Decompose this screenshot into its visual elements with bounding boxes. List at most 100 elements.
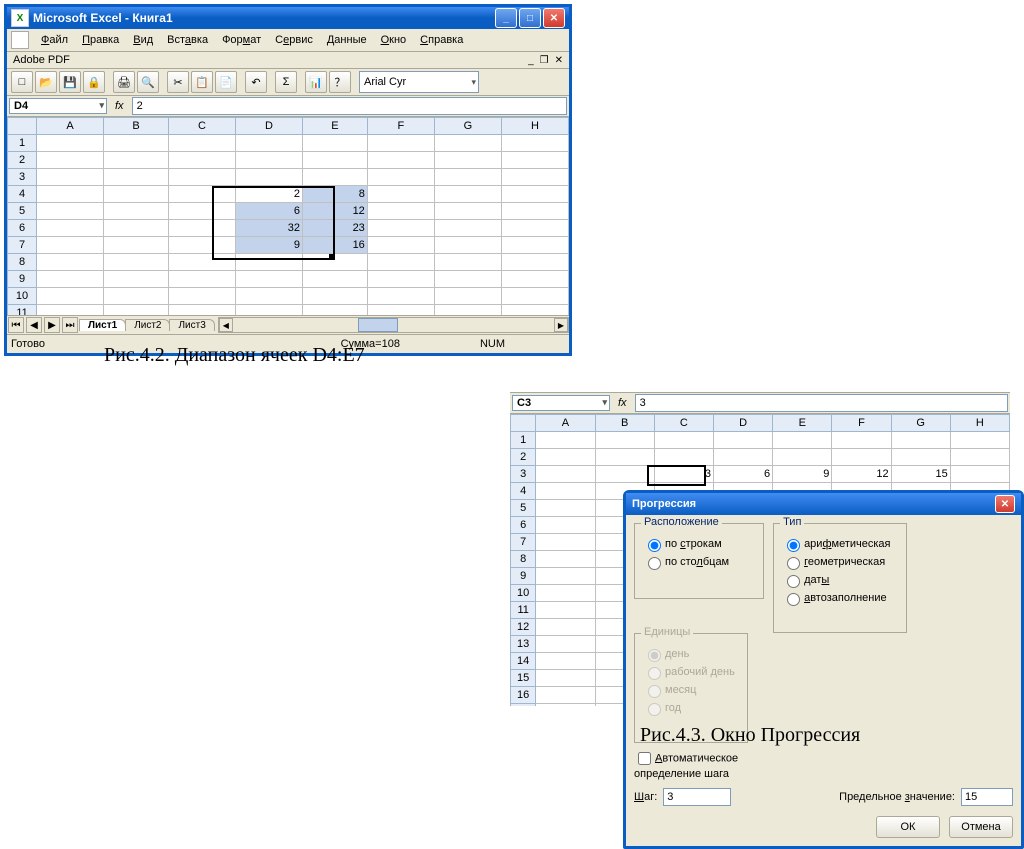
row-9[interactable]: 9 (8, 271, 37, 288)
col2-G[interactable]: G (891, 415, 950, 432)
col-C[interactable]: C (168, 118, 235, 135)
radio-autofill[interactable]: автозаполнение (782, 590, 898, 606)
preview-icon[interactable]: 🔍 (137, 71, 159, 93)
limit-label: Предельное значение: (839, 791, 955, 803)
inner-restore[interactable]: ❐ (540, 55, 549, 66)
menu-view[interactable]: Вид (127, 32, 159, 48)
inner-minimize[interactable]: _ (528, 55, 534, 66)
fill-handle[interactable] (329, 254, 334, 259)
col2-H[interactable]: H (950, 415, 1009, 432)
tab-first-icon[interactable]: ⏮ (8, 317, 24, 333)
help-icon[interactable]: ？ (329, 71, 351, 93)
adobe-toolbar: Adobe PDF _ ❐ ✕ (7, 52, 569, 69)
radio-year: год (643, 700, 739, 716)
tab-last-icon[interactable]: ⏭ (62, 317, 78, 333)
col2-F[interactable]: F (832, 415, 891, 432)
limit-input[interactable] (961, 788, 1013, 806)
row-10[interactable]: 10 (8, 288, 37, 305)
col-A[interactable]: A (37, 118, 104, 135)
radio-by-rows[interactable]: по строкам (643, 536, 755, 552)
dialog-titlebar[interactable]: Прогрессия ✕ (626, 493, 1021, 515)
menu-format[interactable]: Формат (216, 32, 267, 48)
menu-insert[interactable]: Вставка (161, 32, 214, 48)
formula-bar-2[interactable]: 3 (635, 394, 1008, 412)
new-icon[interactable]: □ (11, 71, 33, 93)
doc-icon (11, 31, 29, 49)
row-3[interactable]: 3 (8, 169, 37, 186)
col2-A[interactable]: A (536, 415, 595, 432)
menu-file[interactable]: Файл (35, 32, 74, 48)
menu-tools[interactable]: Сервис (269, 32, 319, 48)
minimize-button[interactable]: _ (495, 8, 517, 28)
check-autostep[interactable]: Автоматическое определение шага (634, 749, 764, 780)
standard-toolbar: □ 📂 💾 🔒 🖨 🔍 ✂ 📋 📄 ↶ Σ 📊 ？ Arial Cyr (7, 69, 569, 96)
row-5[interactable]: 5 (8, 203, 37, 220)
tab-next-icon[interactable]: ▶ (44, 317, 60, 333)
tab-prev-icon[interactable]: ◀ (26, 317, 42, 333)
excel-window-1: X Microsoft Excel - Книга1 _ □ ✕ Файл Пр… (4, 4, 572, 356)
scroll-right-icon[interactable]: ▶ (554, 318, 568, 332)
dialog-close-button[interactable]: ✕ (995, 495, 1015, 513)
menu-window[interactable]: Окно (375, 32, 413, 48)
open-icon[interactable]: 📂 (35, 71, 57, 93)
col-B[interactable]: B (104, 118, 169, 135)
select-all-2[interactable] (511, 415, 536, 432)
cancel-button[interactable]: Отмена (949, 816, 1013, 838)
step-label: Шаг: (634, 791, 657, 803)
select-all[interactable] (8, 118, 37, 135)
sum-icon[interactable]: Σ (275, 71, 297, 93)
name-box[interactable]: D4 (9, 98, 107, 114)
radio-dates[interactable]: даты (782, 572, 898, 588)
col-E[interactable]: E (303, 118, 368, 135)
col-H[interactable]: H (501, 118, 568, 135)
name-box-2[interactable]: C3 (512, 395, 610, 411)
print-icon[interactable]: 🖨 (113, 71, 135, 93)
col-D[interactable]: D (235, 118, 302, 135)
col2-B[interactable]: B (595, 415, 654, 432)
close-button[interactable]: ✕ (543, 8, 565, 28)
row-6[interactable]: 6 (8, 220, 37, 237)
row-1[interactable]: 1 (8, 135, 37, 152)
sheet-tab-1[interactable]: Лист1 (79, 319, 126, 331)
radio-geom[interactable]: геометрическая (782, 554, 898, 570)
menu-help[interactable]: Справка (414, 32, 469, 48)
cut-icon[interactable]: ✂ (167, 71, 189, 93)
undo-icon[interactable]: ↶ (245, 71, 267, 93)
save-icon[interactable]: 💾 (59, 71, 81, 93)
step-input[interactable] (663, 788, 731, 806)
chart-icon[interactable]: 📊 (305, 71, 327, 93)
sheet-tabs-bar: ⏮ ◀ ▶ ⏭ Лист1 Лист2 Лист3 ◀ ▶ (7, 315, 569, 334)
col2-E[interactable]: E (773, 415, 832, 432)
scroll-left-icon[interactable]: ◀ (219, 318, 233, 332)
col2-D[interactable]: D (713, 415, 772, 432)
inner-close[interactable]: ✕ (555, 55, 563, 66)
adobe-label[interactable]: Adobe PDF (13, 54, 70, 66)
scroll-thumb[interactable] (358, 318, 398, 332)
row-7[interactable]: 7 (8, 237, 37, 254)
row-2[interactable]: 2 (8, 152, 37, 169)
maximize-button[interactable]: □ (519, 8, 541, 28)
formula-bar[interactable]: 2 (132, 97, 567, 115)
col-F[interactable]: F (367, 118, 434, 135)
titlebar[interactable]: X Microsoft Excel - Книга1 _ □ ✕ (7, 7, 569, 29)
perm-icon[interactable]: 🔒 (83, 71, 105, 93)
row-11[interactable]: 11 (8, 305, 37, 316)
status-ready: Готово (11, 338, 45, 350)
row-8[interactable]: 8 (8, 254, 37, 271)
radio-by-cols[interactable]: по столбцам (643, 554, 755, 570)
paste-icon[interactable]: 📄 (215, 71, 237, 93)
menu-data[interactable]: Данные (321, 32, 373, 48)
ok-button[interactable]: ОК (876, 816, 940, 838)
col2-C[interactable]: C (654, 415, 713, 432)
menu-edit[interactable]: Правка (76, 32, 125, 48)
font-selector[interactable]: Arial Cyr (359, 71, 479, 93)
progression-dialog: Прогрессия ✕ Расположение по строкам по … (623, 490, 1024, 849)
radio-arith[interactable]: арифметическая (782, 536, 898, 552)
col-G[interactable]: G (434, 118, 501, 135)
h-scrollbar[interactable]: ◀ ▶ (218, 317, 569, 333)
spreadsheet-grid[interactable]: A B C D E F G H 1 2 3 428 5612 63223 791… (7, 117, 569, 315)
sheet-tab-3[interactable]: Лист3 (169, 319, 214, 331)
sheet-tab-2[interactable]: Лист2 (125, 319, 170, 331)
row-4[interactable]: 4 (8, 186, 37, 203)
copy-icon[interactable]: 📋 (191, 71, 213, 93)
